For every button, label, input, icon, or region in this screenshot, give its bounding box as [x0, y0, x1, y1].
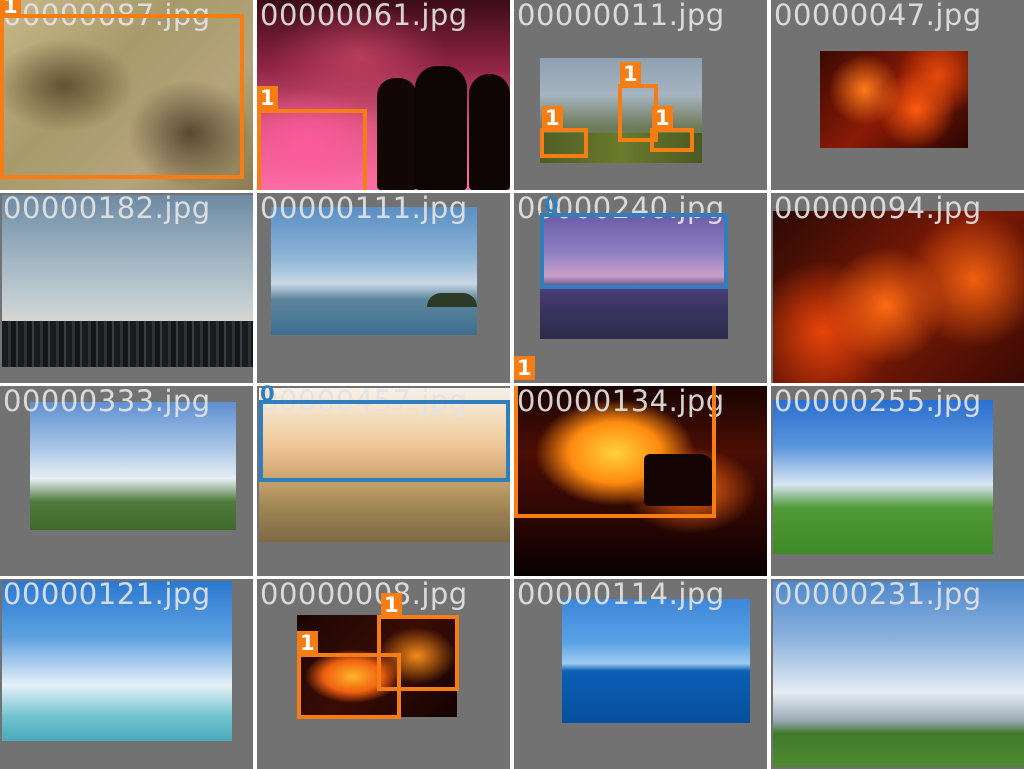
- image-tile[interactable]: 00000094.jpg: [771, 191, 1024, 383]
- bbox-class-label: 1: [297, 631, 318, 655]
- photo-meadow-sky: [773, 400, 993, 554]
- image-tile[interactable]: 00000047.jpg: [771, 0, 1024, 190]
- fire-bounding-box: [257, 109, 367, 190]
- bbox-class-label: 1: [514, 356, 535, 380]
- image-tile[interactable]: 1 1 1 00000011.jpg: [514, 0, 767, 190]
- photo-grassland-clouds: [773, 581, 1024, 767]
- photo-glowing-embers: [820, 51, 968, 148]
- image-tile[interactable]: 0 00000457.jpg: [257, 382, 510, 576]
- fire-bounding-box: [377, 615, 459, 691]
- image-mosaic-grid: 1 00000087.jpg 1 00000061.jpg 1 1 1 0000…: [0, 0, 1024, 769]
- filename-label: 00000008.jpg: [260, 577, 468, 611]
- image-tile[interactable]: 00000231.jpg: [771, 577, 1024, 769]
- photo-burning-coals: [773, 211, 1024, 383]
- photo-city-skyline: [2, 195, 253, 367]
- image-tile[interactable]: 00000333.jpg: [0, 384, 253, 576]
- island: [427, 293, 477, 307]
- filename-label: 00000011.jpg: [517, 0, 725, 32]
- bbox-class-label: 1: [620, 62, 641, 86]
- image-tile[interactable]: 00000111.jpg: [257, 191, 510, 383]
- image-tile[interactable]: 1 00000134.jpg: [514, 356, 767, 576]
- bbox-class-label: 1: [257, 86, 278, 110]
- smoke-bounding-box: [259, 400, 510, 482]
- image-tile[interactable]: 00000255.jpg: [771, 384, 1024, 576]
- bbox-class-label: 1: [652, 106, 673, 130]
- fire-bounding-box: [514, 386, 716, 518]
- photo-sea-shore: [271, 207, 477, 335]
- silhouette-firefighter: [377, 78, 417, 190]
- image-tile[interactable]: 00000182.jpg: [0, 191, 253, 383]
- image-tile[interactable]: 00000121.jpg: [0, 577, 253, 769]
- bbox-class-label: 1: [381, 593, 402, 617]
- city-silhouette: [2, 321, 253, 367]
- bbox-class-label: 1: [0, 0, 21, 18]
- photo-green-field-clouds: [30, 402, 236, 530]
- bbox-class-label: 0: [544, 193, 559, 217]
- fire-bounding-box: [0, 14, 244, 179]
- silhouette-firefighter: [415, 66, 467, 190]
- photo-blue-sea-sky: [562, 599, 750, 723]
- bbox-class-label: 0: [260, 382, 275, 406]
- fire-bounding-box: [540, 128, 588, 158]
- fire-bounding-box: [650, 128, 694, 152]
- image-tile[interactable]: 1 00000061.jpg: [257, 0, 510, 190]
- filename-label: 00000047.jpg: [774, 0, 982, 32]
- bbox-class-label: 1: [542, 106, 563, 130]
- image-tile[interactable]: 00000114.jpg: [514, 577, 767, 769]
- image-tile[interactable]: 1 00000087.jpg: [0, 0, 253, 190]
- photo-ocean-clouds: [2, 581, 232, 741]
- image-tile[interactable]: 1 1 00000008.jpg: [257, 577, 510, 769]
- smoke-bounding-box: [540, 213, 728, 289]
- silhouette-firefighter: [469, 74, 510, 190]
- image-tile[interactable]: 0 00000240.jpg: [514, 191, 767, 383]
